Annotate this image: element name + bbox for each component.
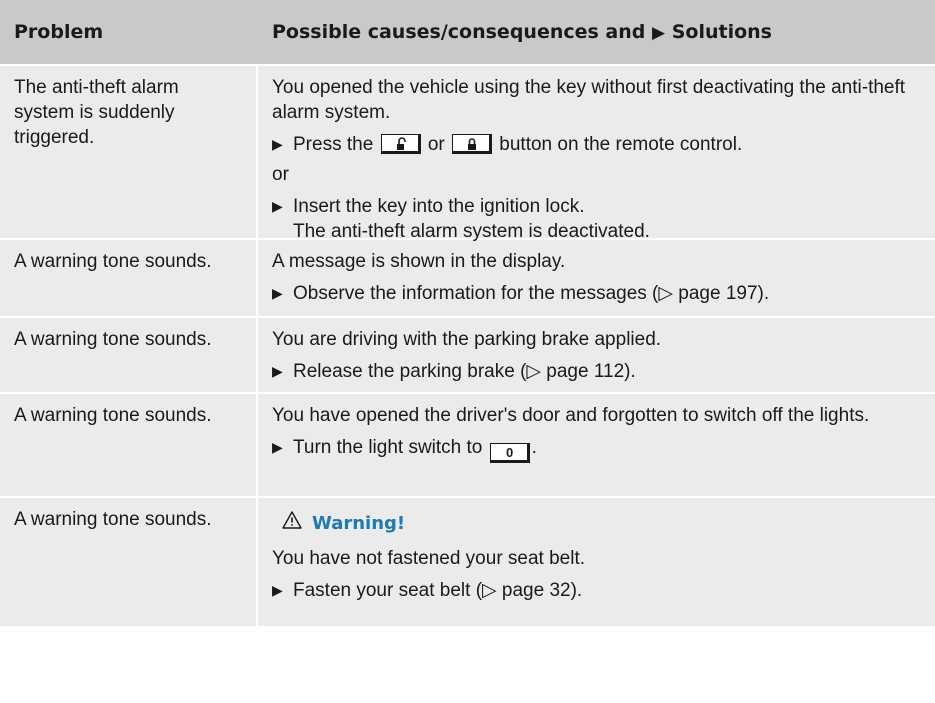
troubleshooting-table: Problem Possible causes/consequences and… <box>0 0 935 626</box>
solution-cell: You are driving with the parking brake a… <box>258 318 935 392</box>
header-causes: Possible causes/consequences and ▶ Solut… <box>258 21 935 43</box>
solution-step: ▶ Observe the information for the messag… <box>272 281 931 306</box>
cause-text: A message is shown in the display. <box>272 251 566 272</box>
cause-text: You have opened the driver's door and fo… <box>272 405 870 426</box>
solution-cell: You have opened the driver's door and fo… <box>258 394 935 496</box>
triangle-right-icon: ▶ <box>272 582 283 598</box>
lock-icon <box>452 134 493 154</box>
step-text-post: . <box>531 437 537 458</box>
problem-cell: A warning tone sounds. <box>0 498 258 626</box>
header-causes-text: Possible causes/consequences and <box>272 21 646 43</box>
header-problem: Problem <box>14 21 104 43</box>
cause-text: You are driving with the parking brake a… <box>272 329 662 350</box>
table-row: A warning tone sounds. Warning! You have… <box>0 496 935 626</box>
unlock-icon <box>380 134 421 154</box>
triangle-right-icon: ▶ <box>272 198 283 214</box>
solution-step: ▶ Release the parking brake (▷ page 112)… <box>272 359 931 384</box>
table-row: The anti-theft alarm system is suddenly … <box>0 64 935 242</box>
step-text: Release the parking brake (▷ page 112). <box>293 361 636 382</box>
step-text-post: button on the remote control. <box>499 134 743 155</box>
triangle-right-icon: ▶ <box>272 285 283 301</box>
triangle-right-icon: ▶ <box>272 136 283 152</box>
triangle-right-icon: ▶ <box>272 363 283 379</box>
solution-cell: Warning! You have not fastened your seat… <box>258 498 935 626</box>
warning-triangle-icon <box>282 511 302 536</box>
step-text: Fasten your seat belt (▷ page 32). <box>293 580 583 601</box>
cause-text: You have not fastened your seat belt. <box>272 548 586 569</box>
solution-step: ▶ Fasten your seat belt (▷ page 32). <box>272 578 931 603</box>
or-separator: or <box>272 164 289 185</box>
solution-step: ▶ Insert the key into the ignition lock.… <box>272 194 931 244</box>
result-text: The anti-theft alarm system is deactivat… <box>293 221 650 242</box>
problem-cell: A warning tone sounds. <box>0 394 258 496</box>
solution-step: ▶ Press the or button on the remote cont… <box>272 132 931 157</box>
triangle-right-icon: ▶ <box>272 439 283 455</box>
warning-heading: Warning! <box>282 511 931 536</box>
table-row: A warning tone sounds. You have opened t… <box>0 392 935 496</box>
table-header: Problem Possible causes/consequences and… <box>0 0 935 64</box>
table-row: A warning tone sounds. You are driving w… <box>0 316 935 392</box>
solution-cell: You opened the vehicle using the key wit… <box>258 66 935 242</box>
solution-step: ▶ Turn the light switch to 0. <box>272 435 931 463</box>
problem-cell: A warning tone sounds. <box>0 318 258 392</box>
warning-title: Warning! <box>312 513 406 534</box>
step-text: Insert the key into the ignition lock. <box>293 196 585 217</box>
problem-cell: A warning tone sounds. <box>0 240 258 316</box>
table-row: A warning tone sounds. A message is show… <box>0 238 935 316</box>
problem-cell: The anti-theft alarm system is suddenly … <box>0 66 258 238</box>
triangle-right-icon: ▶ <box>652 23 666 43</box>
header-solutions-text: Solutions <box>671 21 772 43</box>
cause-text: You opened the vehicle using the key wit… <box>272 77 906 123</box>
or-text: or <box>427 134 445 155</box>
step-text: Press the <box>293 134 374 155</box>
step-text: Observe the information for the messages… <box>293 283 770 304</box>
solution-cell: A message is shown in the display. ▶ Obs… <box>258 240 935 316</box>
light-switch-position-0: 0 <box>489 443 530 463</box>
step-text: Turn the light switch to <box>293 437 483 458</box>
